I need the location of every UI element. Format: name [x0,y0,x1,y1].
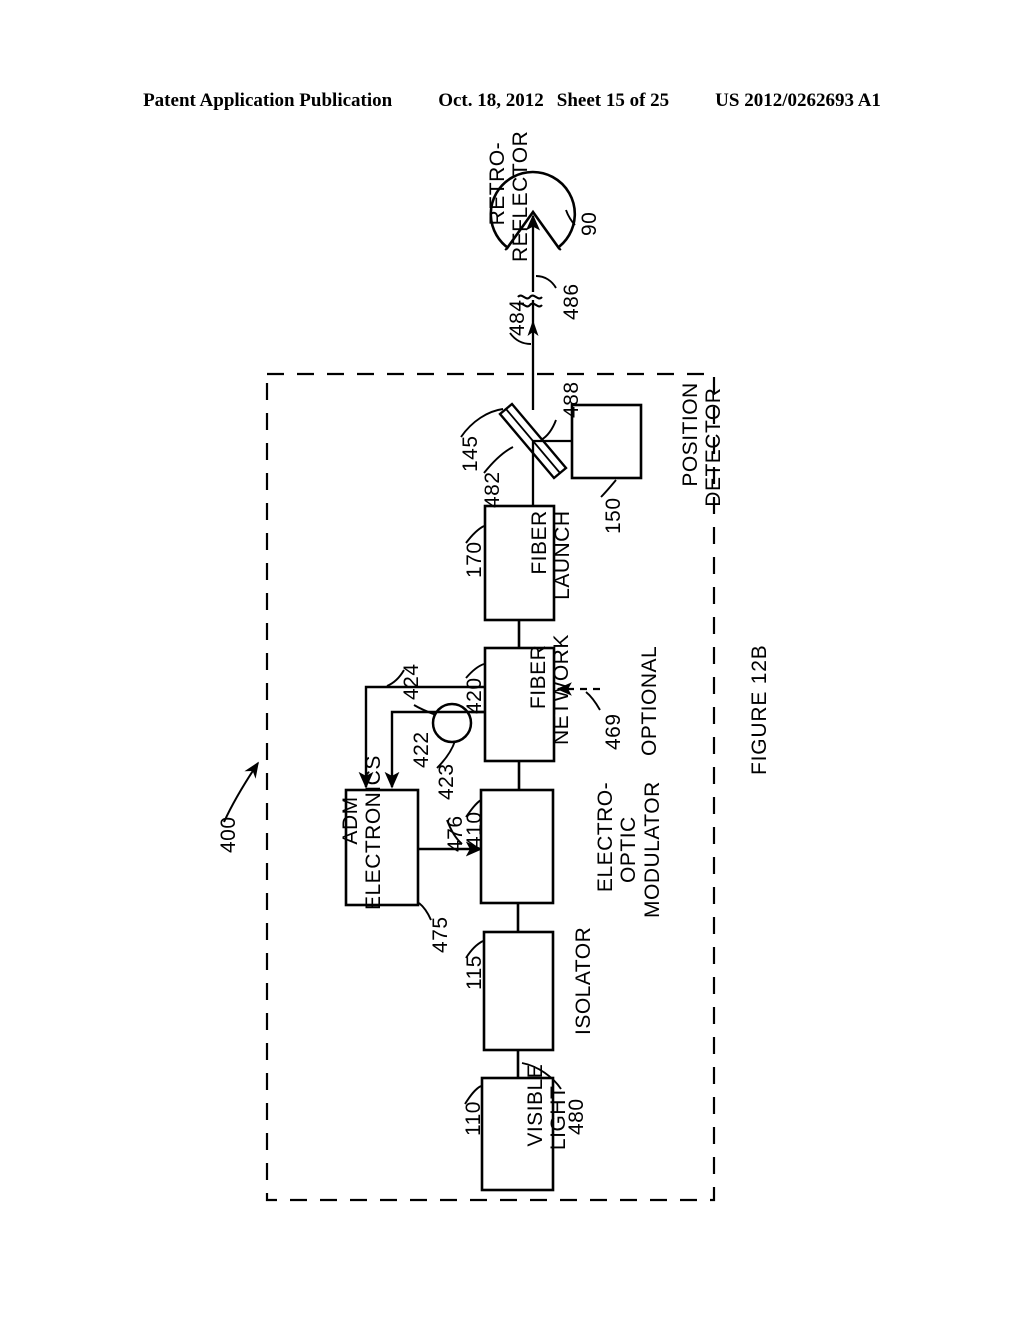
ref-422: 422 [410,731,433,768]
figure-title: FIGURE 12B [748,644,771,775]
leader-170 [465,525,485,544]
adm-electronics-label: ADM ELECTRONICS [315,755,409,910]
visible-light-label-text: VISIBLE LIGHT [523,1063,571,1151]
leader-150 [600,479,617,498]
leader-482 [483,446,514,474]
ref-482: 482 [481,471,504,508]
ref-469: 469 [602,713,625,750]
ref-424: 424 [400,663,423,700]
ref-423: 423 [435,763,458,800]
ref-170: 170 [463,541,486,578]
electro-optic-modulator-box [479,788,555,905]
beam-break-symbol [517,294,543,300]
ref-145: 145 [459,435,482,472]
ref-486: 486 [560,283,583,320]
fiber-launch-label: FIBER LAUNCH [504,510,598,600]
electro-optic-modulator-label: ELECTRO- OPTIC MODULATOR [570,781,688,918]
fiber-network-label-text: FIBER NETWORK [526,634,574,745]
ref-488: 488 [560,381,583,418]
fiber-network-label: FIBER NETWORK [503,634,597,745]
isolator-box [482,930,555,1052]
ref-150: 150 [602,497,625,534]
ref-110: 110 [462,1101,485,1136]
ref-90: 90 [578,211,601,236]
electro-optic-modulator-label-text: ELECTRO- OPTIC MODULATOR [593,781,664,918]
leader-145 [460,408,504,438]
ref-400: 400 [217,816,240,853]
fiber-launch-label-text: FIBER LAUNCH [527,510,575,600]
leader-400 [223,761,259,823]
ref-484: 484 [506,299,529,336]
ref-115: 115 [463,955,486,990]
ref-410: 410 [463,811,486,848]
leader-422 [413,704,437,716]
isolator-label: ISOLATOR [572,926,595,1035]
optional-label: OPTIONAL [638,645,661,756]
visible-light-label: VISIBLE LIGHT [500,1064,594,1172]
ref-420: 420 [463,677,486,714]
position-detector-label-text: POSITION DETECTOR [678,382,726,507]
leader-486 [535,275,557,289]
patent-figure-12b: RETRO- REFLECTOR 90 486 484 488 145 482 … [0,0,1024,1320]
ref-475: 475 [429,916,452,953]
retro-reflector-label: RETRO- REFLECTOR [462,131,556,262]
adm-electronics-label-text: ADM ELECTRONICS [338,755,386,910]
position-detector-label: POSITION DETECTOR [655,382,749,512]
leader-420 [465,663,485,679]
leader-488 [540,419,557,441]
retro-reflector-label-text: RETRO- REFLECTOR [485,130,533,262]
